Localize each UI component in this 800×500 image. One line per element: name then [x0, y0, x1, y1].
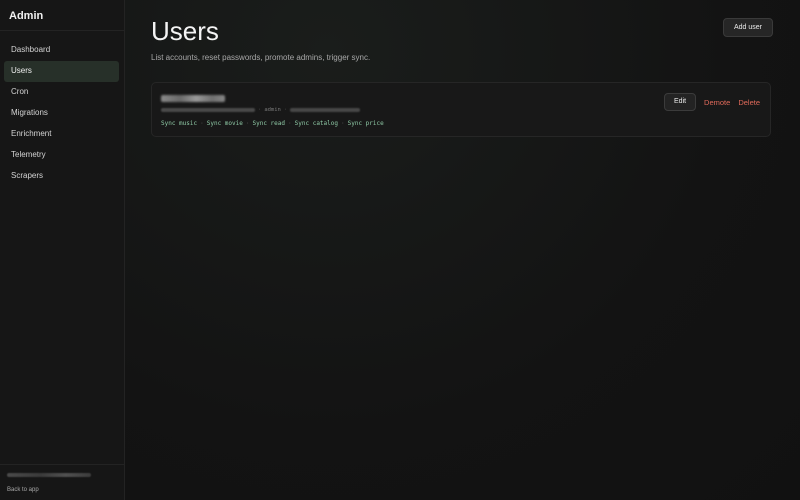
sidebar-nav: Dashboard Users Cron Migrations Enrichme… — [0, 31, 124, 187]
sidebar-item-enrichment[interactable]: Enrichment — [4, 124, 119, 145]
sync-movie-link[interactable]: Sync movie — [207, 120, 243, 127]
sync-separator: · — [288, 120, 292, 127]
demote-user-button[interactable]: Demote — [704, 98, 730, 107]
meta-separator: · — [283, 107, 288, 113]
sync-catalog-link[interactable]: Sync catalog — [295, 120, 338, 127]
sidebar-item-users[interactable]: Users — [4, 61, 119, 82]
sync-separator: · — [341, 120, 345, 127]
user-name-redacted — [161, 95, 225, 102]
app-title: Admin — [0, 0, 124, 31]
page-subtitle: List accounts, reset passwords, promote … — [151, 53, 371, 62]
user-meta: · admin · — [161, 106, 361, 114]
page-title: Users — [151, 16, 219, 46]
sidebar-item-dashboard[interactable]: Dashboard — [4, 40, 119, 61]
user-created-redacted — [290, 108, 361, 112]
user-card: · admin · Sync music · Sync movie · Sync… — [151, 82, 771, 137]
edit-user-button[interactable]: Edit — [664, 93, 697, 111]
back-to-app-link[interactable]: Back to app — [7, 487, 124, 493]
sidebar-footer: Back to app — [0, 464, 124, 500]
user-actions: Edit Demote Delete — [664, 93, 760, 111]
sidebar: Admin Dashboard Users Cron Migrations En… — [0, 0, 125, 500]
sidebar-item-cron[interactable]: Cron — [4, 82, 119, 103]
sidebar-item-scrapers[interactable]: Scrapers — [4, 166, 119, 187]
sync-actions: Sync music · Sync movie · Sync read · Sy… — [161, 120, 384, 127]
sync-music-link[interactable]: Sync music — [161, 120, 197, 127]
user-email-redacted — [161, 108, 255, 112]
sync-price-link[interactable]: Sync price — [348, 120, 384, 127]
sync-read-link[interactable]: Sync read — [253, 120, 286, 127]
current-user-email-redacted — [7, 473, 91, 477]
sidebar-item-telemetry[interactable]: Telemetry — [4, 145, 119, 166]
user-role: admin — [264, 107, 281, 113]
meta-separator: · — [258, 107, 262, 113]
sync-separator: · — [200, 120, 204, 127]
sidebar-item-migrations[interactable]: Migrations — [4, 103, 119, 124]
main-content: Users List accounts, reset passwords, pr… — [125, 0, 800, 500]
delete-user-button[interactable]: Delete — [738, 98, 760, 107]
sync-separator: · — [245, 120, 250, 127]
add-user-button[interactable]: Add user — [723, 18, 773, 37]
